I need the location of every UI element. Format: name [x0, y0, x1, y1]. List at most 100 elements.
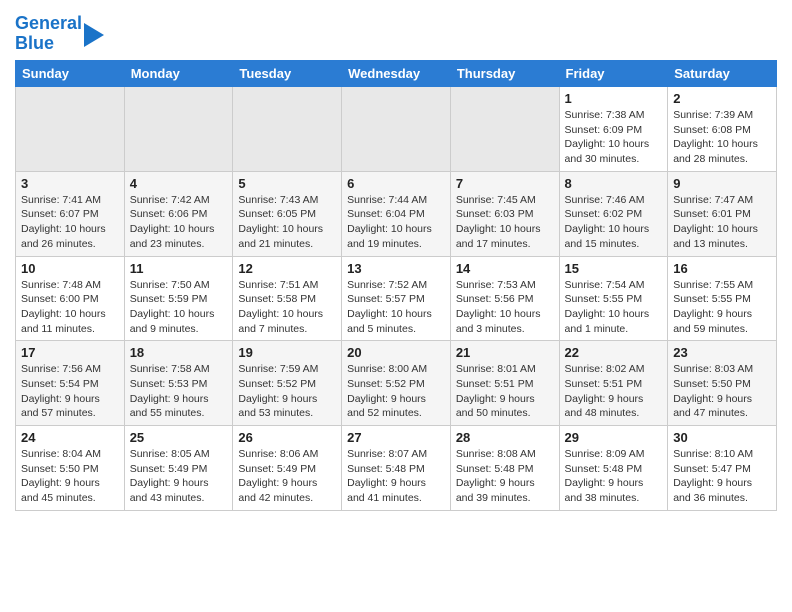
weekday-header-friday: Friday [559, 61, 668, 87]
day-number: 3 [21, 176, 119, 191]
day-info: Sunrise: 7:54 AM Sunset: 5:55 PM Dayligh… [565, 278, 663, 337]
day-info: Sunrise: 7:39 AM Sunset: 6:08 PM Dayligh… [673, 108, 771, 167]
calendar-cell: 11Sunrise: 7:50 AM Sunset: 5:59 PM Dayli… [124, 256, 233, 341]
calendar-cell [16, 87, 125, 172]
day-info: Sunrise: 7:44 AM Sunset: 6:04 PM Dayligh… [347, 193, 445, 252]
page: General Blue SundayMondayTuesdayWednesda… [0, 0, 792, 526]
day-info: Sunrise: 7:41 AM Sunset: 6:07 PM Dayligh… [21, 193, 119, 252]
day-info: Sunrise: 7:42 AM Sunset: 6:06 PM Dayligh… [130, 193, 228, 252]
day-number: 27 [347, 430, 445, 445]
day-number: 11 [130, 261, 228, 276]
day-info: Sunrise: 7:55 AM Sunset: 5:55 PM Dayligh… [673, 278, 771, 337]
day-number: 30 [673, 430, 771, 445]
logo-line2: Blue [15, 33, 54, 53]
day-number: 12 [238, 261, 336, 276]
day-info: Sunrise: 8:00 AM Sunset: 5:52 PM Dayligh… [347, 362, 445, 421]
day-number: 19 [238, 345, 336, 360]
calendar-week-row: 24 Sunrise: 8:04 AM Sunset: 5:50 PM Dayli… [16, 426, 777, 511]
day-info: Sunrise: 7:52 AM Sunset: 5:57 PM Dayligh… [347, 278, 445, 337]
day-info: Sunrise: 8:02 AM Sunset: 5:51 PM Dayligh… [565, 362, 663, 421]
calendar-cell: 4 Sunrise: 7:42 AM Sunset: 6:06 PM Daylig… [124, 171, 233, 256]
calendar-week-row: 10 Sunrise: 7:48 AM Sunset: 6:00 PM Dayli… [16, 256, 777, 341]
day-info: Sunrise: 7:53 AM Sunset: 5:56 PM Dayligh… [456, 278, 554, 337]
day-info: Sunrise: 7:38 AM Sunset: 6:09 PM Dayligh… [565, 108, 663, 167]
weekday-header-wednesday: Wednesday [342, 61, 451, 87]
day-number: 15 [565, 261, 663, 276]
day-number: 28 [456, 430, 554, 445]
logo: General Blue [15, 14, 104, 54]
day-number: 26 [238, 430, 336, 445]
calendar-cell: 12 Sunrise: 7:51 AM Sunset: 5:58 PM Dayli… [233, 256, 342, 341]
calendar-table: SundayMondayTuesdayWednesdayThursdayFrid… [15, 60, 777, 511]
weekday-header-monday: Monday [124, 61, 233, 87]
day-number: 20 [347, 345, 445, 360]
day-number: 1 [565, 91, 663, 106]
calendar-cell: 23 Sunrise: 8:03 AM Sunset: 5:50 PM Dayli… [668, 341, 777, 426]
day-info: Sunrise: 8:06 AM Sunset: 5:49 PM Dayligh… [238, 447, 336, 506]
calendar-cell: 30 Sunrise: 8:10 AM Sunset: 5:47 PM Dayli… [668, 426, 777, 511]
calendar-week-row: 3 Sunrise: 7:41 AM Sunset: 6:07 PM Daylig… [16, 171, 777, 256]
calendar-cell: 20 Sunrise: 8:00 AM Sunset: 5:52 PM Dayli… [342, 341, 451, 426]
day-number: 8 [565, 176, 663, 191]
weekday-header-tuesday: Tuesday [233, 61, 342, 87]
calendar-cell: 9Sunrise: 7:47 AM Sunset: 6:01 PM Daylig… [668, 171, 777, 256]
day-number: 4 [130, 176, 228, 191]
calendar-cell: 18 Sunrise: 7:58 AM Sunset: 5:53 PM Dayli… [124, 341, 233, 426]
day-info: Sunrise: 7:51 AM Sunset: 5:58 PM Dayligh… [238, 278, 336, 337]
calendar-cell [450, 87, 559, 172]
day-info: Sunrise: 7:58 AM Sunset: 5:53 PM Dayligh… [130, 362, 228, 421]
calendar-cell: 5Sunrise: 7:43 AM Sunset: 6:05 PM Daylig… [233, 171, 342, 256]
day-info: Sunrise: 8:09 AM Sunset: 5:48 PM Dayligh… [565, 447, 663, 506]
calendar-cell: 6 Sunrise: 7:44 AM Sunset: 6:04 PM Daylig… [342, 171, 451, 256]
day-number: 22 [565, 345, 663, 360]
logo-icon [84, 23, 104, 47]
calendar-header-row: SundayMondayTuesdayWednesdayThursdayFrid… [16, 61, 777, 87]
calendar-cell: 28 Sunrise: 8:08 AM Sunset: 5:48 PM Dayli… [450, 426, 559, 511]
day-info: Sunrise: 8:10 AM Sunset: 5:47 PM Dayligh… [673, 447, 771, 506]
calendar-cell [124, 87, 233, 172]
day-number: 6 [347, 176, 445, 191]
day-info: Sunrise: 8:01 AM Sunset: 5:51 PM Dayligh… [456, 362, 554, 421]
calendar-week-row: 1 Sunrise: 7:38 AM Sunset: 6:09 PM Daylig… [16, 87, 777, 172]
day-number: 5 [238, 176, 336, 191]
calendar-cell: 19Sunrise: 7:59 AM Sunset: 5:52 PM Dayli… [233, 341, 342, 426]
calendar-cell: 21 Sunrise: 8:01 AM Sunset: 5:51 PM Dayli… [450, 341, 559, 426]
day-info: Sunrise: 8:04 AM Sunset: 5:50 PM Dayligh… [21, 447, 119, 506]
calendar-cell: 22 Sunrise: 8:02 AM Sunset: 5:51 PM Dayli… [559, 341, 668, 426]
calendar-cell: 2Sunrise: 7:39 AM Sunset: 6:08 PM Daylig… [668, 87, 777, 172]
header: General Blue [15, 10, 777, 54]
calendar-cell: 17Sunrise: 7:56 AM Sunset: 5:54 PM Dayli… [16, 341, 125, 426]
day-info: Sunrise: 8:05 AM Sunset: 5:49 PM Dayligh… [130, 447, 228, 506]
day-info: Sunrise: 8:07 AM Sunset: 5:48 PM Dayligh… [347, 447, 445, 506]
day-info: Sunrise: 8:08 AM Sunset: 5:48 PM Dayligh… [456, 447, 554, 506]
calendar-cell: 25Sunrise: 8:05 AM Sunset: 5:49 PM Dayli… [124, 426, 233, 511]
day-info: Sunrise: 7:56 AM Sunset: 5:54 PM Dayligh… [21, 362, 119, 421]
day-info: Sunrise: 7:47 AM Sunset: 6:01 PM Dayligh… [673, 193, 771, 252]
calendar-cell: 29 Sunrise: 8:09 AM Sunset: 5:48 PM Dayli… [559, 426, 668, 511]
logo-line1: General [15, 13, 82, 33]
calendar-cell [233, 87, 342, 172]
calendar-cell: 16 Sunrise: 7:55 AM Sunset: 5:55 PM Dayli… [668, 256, 777, 341]
calendar-cell: 26 Sunrise: 8:06 AM Sunset: 5:49 PM Dayli… [233, 426, 342, 511]
day-info: Sunrise: 8:03 AM Sunset: 5:50 PM Dayligh… [673, 362, 771, 421]
day-number: 29 [565, 430, 663, 445]
calendar-cell: 13Sunrise: 7:52 AM Sunset: 5:57 PM Dayli… [342, 256, 451, 341]
weekday-header-sunday: Sunday [16, 61, 125, 87]
day-number: 24 [21, 430, 119, 445]
calendar-week-row: 17Sunrise: 7:56 AM Sunset: 5:54 PM Dayli… [16, 341, 777, 426]
day-number: 16 [673, 261, 771, 276]
day-info: Sunrise: 7:48 AM Sunset: 6:00 PM Dayligh… [21, 278, 119, 337]
day-number: 18 [130, 345, 228, 360]
calendar-cell: 10 Sunrise: 7:48 AM Sunset: 6:00 PM Dayli… [16, 256, 125, 341]
calendar-cell: 7Sunrise: 7:45 AM Sunset: 6:03 PM Daylig… [450, 171, 559, 256]
day-number: 14 [456, 261, 554, 276]
weekday-header-thursday: Thursday [450, 61, 559, 87]
day-number: 10 [21, 261, 119, 276]
calendar-cell: 3 Sunrise: 7:41 AM Sunset: 6:07 PM Daylig… [16, 171, 125, 256]
day-number: 21 [456, 345, 554, 360]
calendar-cell: 24 Sunrise: 8:04 AM Sunset: 5:50 PM Dayli… [16, 426, 125, 511]
day-number: 7 [456, 176, 554, 191]
weekday-header-saturday: Saturday [668, 61, 777, 87]
day-number: 23 [673, 345, 771, 360]
calendar-cell: 8Sunrise: 7:46 AM Sunset: 6:02 PM Daylig… [559, 171, 668, 256]
